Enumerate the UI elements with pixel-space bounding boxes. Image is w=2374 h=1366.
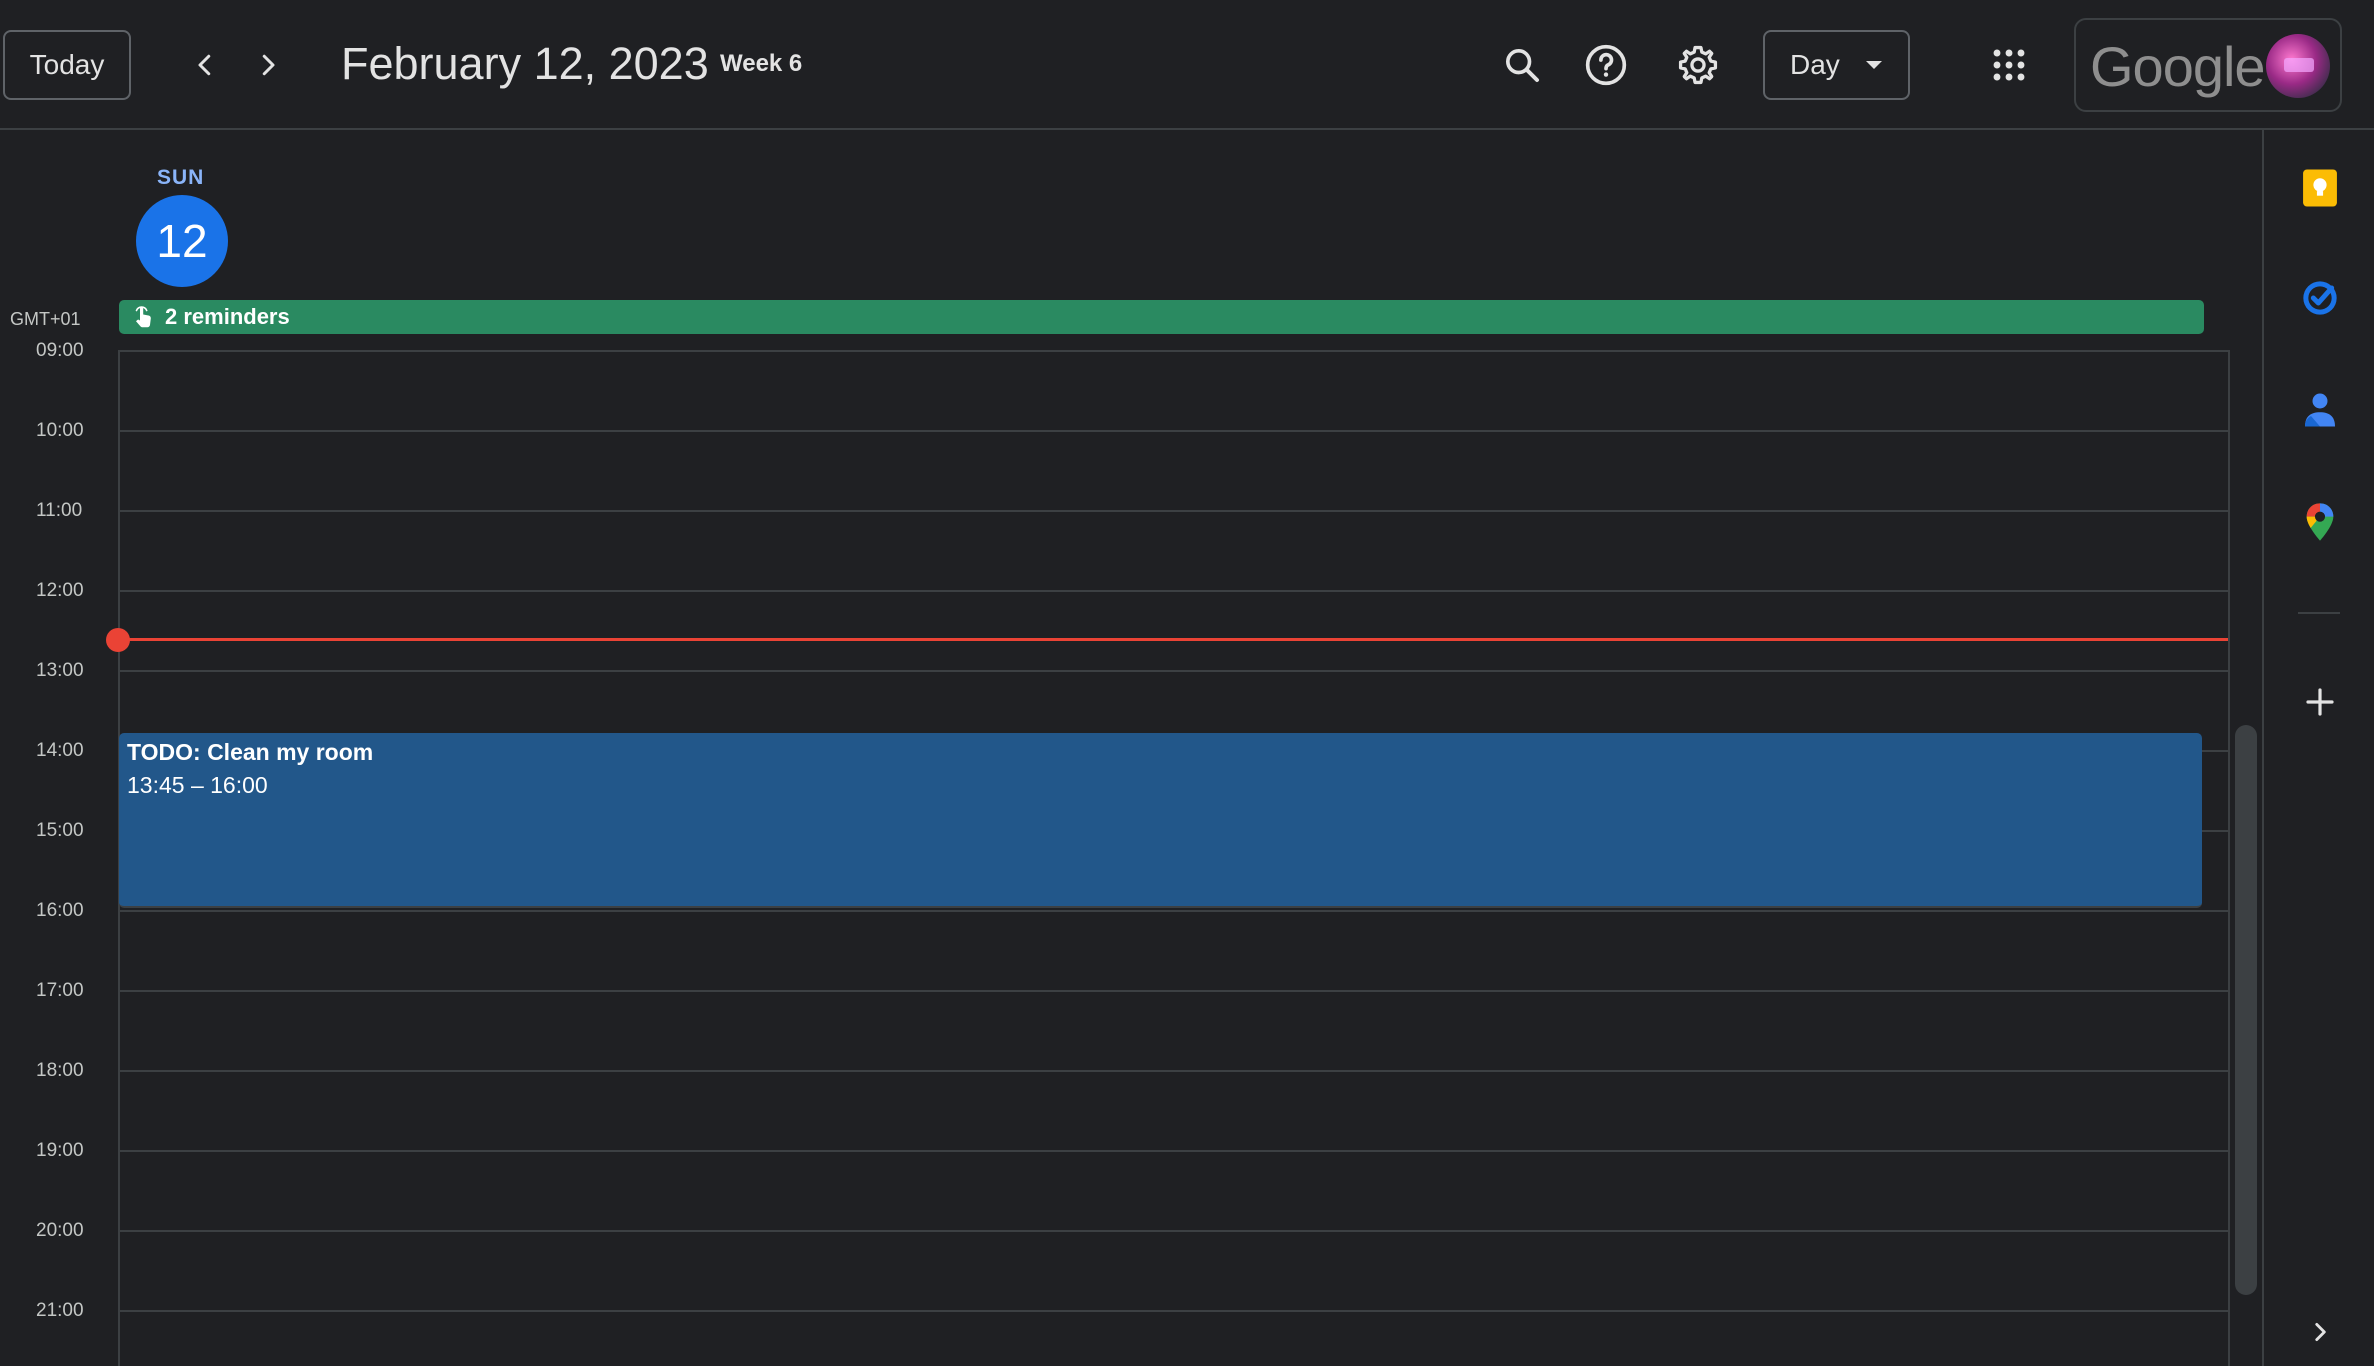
- current-date-title: February 12, 2023: [341, 38, 709, 89]
- maps-button[interactable]: [2298, 500, 2342, 544]
- hour-line: [118, 1310, 2228, 1312]
- apps-grid-icon: [1993, 49, 2025, 81]
- contacts-button[interactable]: [2298, 388, 2342, 432]
- google-logo: Google: [2090, 35, 2266, 98]
- hour-label: 20:00: [36, 1220, 84, 1241]
- avatar: [2266, 34, 2330, 98]
- hour-label: 13:00: [36, 660, 84, 681]
- account-switcher[interactable]: Google: [2074, 18, 2342, 112]
- next-day-button[interactable]: [243, 40, 293, 90]
- hour-line: [118, 510, 2228, 512]
- day-number-button[interactable]: 12: [136, 195, 228, 287]
- tasks-button[interactable]: [2298, 276, 2342, 320]
- chevron-left-icon: [198, 54, 211, 76]
- search-icon: [1506, 49, 1539, 82]
- expand-side-panel-button[interactable]: [2298, 1310, 2342, 1354]
- calendar-event[interactable]: TODO: Clean my room 13:45 – 16:00: [119, 733, 2202, 908]
- caret-down-icon: [1866, 61, 1882, 69]
- week-number-label: Week 6: [720, 50, 803, 77]
- side-panel: [2262, 130, 2374, 1366]
- hour-label: 16:00: [36, 900, 84, 921]
- reminder-hand-icon: [135, 306, 151, 328]
- help-icon: [1585, 44, 1627, 86]
- event-time: 13:45 – 16:00: [127, 772, 268, 798]
- hour-line: [118, 990, 2228, 992]
- hour-line: [118, 350, 2228, 352]
- search-button[interactable]: [1493, 36, 1551, 94]
- current-time-line: [118, 638, 2228, 641]
- maps-icon: [2306, 503, 2334, 541]
- event-title: TODO: Clean my room: [127, 739, 374, 765]
- scrollbar[interactable]: [2231, 725, 2261, 1295]
- keep-button[interactable]: [2298, 166, 2342, 210]
- settings-button[interactable]: [1669, 36, 1727, 94]
- hour-label: 11:00: [36, 500, 83, 521]
- hour-line: [118, 670, 2228, 672]
- hour-line: [118, 1150, 2228, 1152]
- hour-label: 18:00: [36, 1060, 84, 1081]
- today-button[interactable]: Today: [3, 30, 131, 100]
- hour-line: [118, 1230, 2228, 1232]
- hour-label: 21:00: [36, 1300, 84, 1321]
- hour-label: 17:00: [36, 980, 84, 1001]
- hour-label: 12:00: [36, 580, 84, 601]
- view-switcher-dropdown[interactable]: Day: [1763, 30, 1910, 100]
- timezone-label: GMT+01: [10, 309, 81, 329]
- help-button[interactable]: [1577, 36, 1635, 94]
- gear-icon: [1678, 45, 1718, 85]
- current-time-dot: [106, 628, 130, 652]
- get-add-ons-button[interactable]: [2298, 680, 2342, 724]
- hour-label: 14:00: [36, 740, 84, 761]
- chevron-right-icon: [2315, 1323, 2326, 1341]
- reminders-chip[interactable]: 2 reminders: [119, 300, 2204, 334]
- hour-line: [118, 910, 2228, 912]
- top-bar: Today February 12, 2023 Week 6 Day Googl…: [0, 0, 2374, 130]
- contacts-icon: [2305, 393, 2335, 427]
- google-apps-button[interactable]: [1980, 36, 2038, 94]
- hour-label: 19:00: [36, 1140, 84, 1161]
- day-of-week-label: SUN: [157, 166, 205, 189]
- reminders-label: 2 reminders: [165, 304, 290, 329]
- grid-divider: [2228, 350, 2230, 1366]
- hour-label: 15:00: [36, 820, 84, 841]
- side-panel-divider: [2298, 612, 2340, 614]
- hour-line: [118, 430, 2228, 432]
- hour-line: [118, 1070, 2228, 1072]
- tasks-icon: [2303, 281, 2337, 315]
- keep-icon: [2303, 169, 2337, 207]
- previous-day-button[interactable]: [180, 40, 230, 90]
- hour-label: 09:00: [36, 340, 84, 361]
- add-icon: [2306, 688, 2334, 716]
- hour-label: 10:00: [36, 420, 84, 441]
- chevron-right-icon: [262, 54, 275, 76]
- hour-line: [118, 590, 2228, 592]
- scrollbar-thumb[interactable]: [2235, 725, 2257, 1295]
- view-switcher-label: Day: [1790, 49, 1840, 80]
